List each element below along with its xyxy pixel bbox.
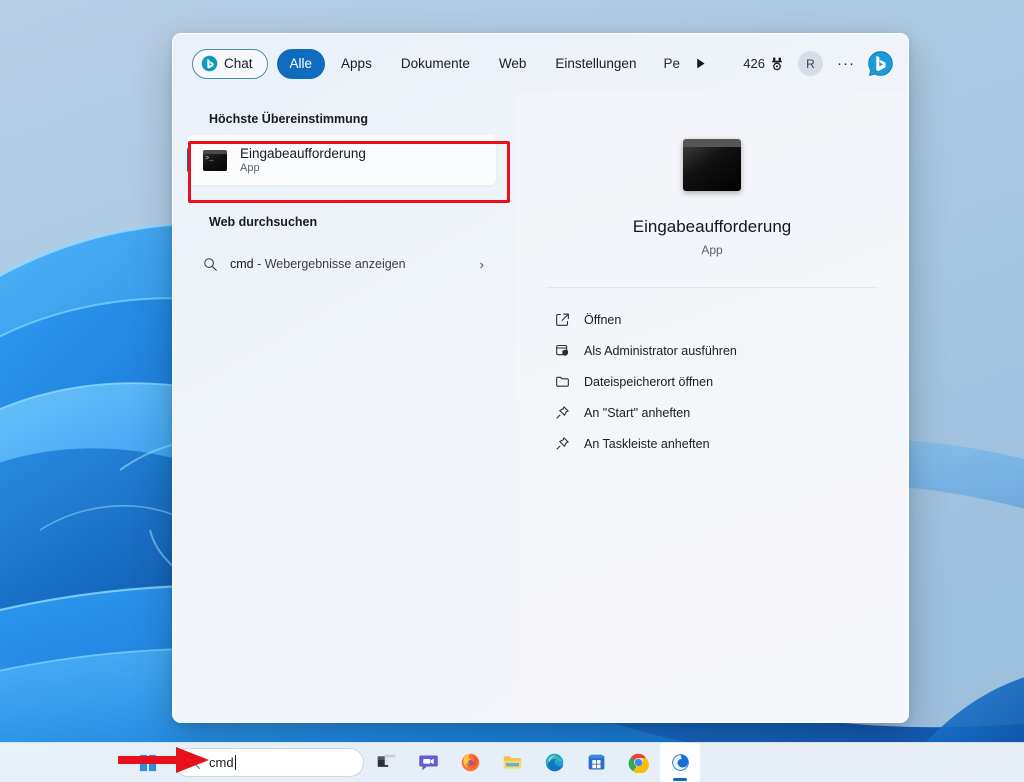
folder-icon — [554, 373, 571, 390]
action-run-as-admin[interactable]: Als Administrator ausführen — [546, 335, 878, 366]
tab-apps[interactable]: Apps — [328, 49, 385, 79]
microsoft-edge-icon — [545, 753, 563, 772]
bing-logo-icon[interactable] — [867, 50, 894, 77]
search-panel-body: Höchste Übereinstimmung Eingabeaufforder… — [173, 93, 908, 722]
search-icon — [204, 257, 217, 271]
action-pin-to-start-label: An "Start" anheften — [584, 405, 691, 420]
pin-icon — [554, 435, 571, 452]
desktop: Chat Alle Apps Dokumente Web Einstellung… — [0, 0, 1024, 782]
preview-column: Eingabeaufforderung App Öffnen — [516, 93, 908, 722]
search-tab-strip: Chat Alle Apps Dokumente Web Einstellung… — [173, 34, 908, 93]
file-explorer-icon — [503, 756, 521, 769]
web-search-label: cmd - Webergebnisse anzeigen — [230, 257, 468, 271]
command-prompt-icon — [203, 149, 227, 171]
tab-chat[interactable]: Chat — [192, 48, 268, 79]
taskbar-item-app-blue[interactable] — [660, 742, 700, 782]
action-open-file-location-label: Dateispeicherort öffnen — [584, 374, 714, 389]
pin-icon — [554, 404, 571, 421]
action-pin-to-start[interactable]: An "Start" anheften — [546, 397, 878, 428]
action-list: Öffnen Als Administrator ausführen Datei… — [546, 304, 878, 459]
tab-chat-label: Chat — [224, 56, 253, 71]
taskbar-item-edge[interactable] — [534, 743, 574, 782]
best-match-heading: Höchste Übereinstimmung — [209, 112, 369, 126]
tab-einstellungen-label: Einstellungen — [555, 56, 637, 71]
action-open[interactable]: Öffnen — [546, 304, 878, 335]
taskbar-item-chat[interactable] — [408, 743, 448, 782]
best-match-row[interactable]: Eingabeaufforderung App — [187, 135, 496, 185]
tab-web[interactable]: Web — [486, 49, 540, 79]
taskbar-item-task-view[interactable] — [366, 743, 406, 782]
task-view-icon — [377, 754, 395, 767]
play-arrow-icon[interactable] — [687, 51, 713, 77]
selection-indicator — [187, 148, 190, 172]
rewards-medal-icon — [772, 57, 782, 70]
best-match-title: Eingabeaufforderung — [240, 146, 366, 161]
taskbar-search-value: cmd — [209, 755, 234, 770]
action-open-label: Öffnen — [584, 312, 622, 327]
action-run-as-admin-label: Als Administrator ausführen — [584, 343, 737, 358]
best-match-subtitle: App — [240, 162, 260, 174]
tab-apps-label: Apps — [341, 56, 372, 71]
search-icon — [188, 756, 200, 769]
tab-personen-label: Pe — [663, 56, 680, 71]
tab-dokumente[interactable]: Dokumente — [388, 49, 483, 79]
google-chrome-icon — [628, 753, 649, 773]
avatar[interactable]: R — [798, 51, 823, 76]
search-flyout-panel: Chat Alle Apps Dokumente Web Einstellung… — [172, 33, 909, 723]
tab-web-label: Web — [498, 56, 527, 71]
run-as-admin-icon — [554, 342, 571, 359]
tab-dokumente-label: Dokumente — [400, 56, 470, 71]
results-column: Höchste Übereinstimmung Eingabeaufforder… — [173, 93, 516, 722]
open-external-icon — [554, 311, 571, 328]
taskbar-item-firefox[interactable] — [450, 743, 490, 782]
tab-einstellungen[interactable]: Einstellungen — [542, 49, 649, 79]
rewards-points[interactable]: 426 — [743, 56, 785, 72]
taskbar-search-input[interactable]: cmd — [209, 755, 236, 770]
windows-logo-icon — [139, 754, 157, 771]
web-search-query: cmd — [230, 257, 254, 271]
tab-personen[interactable]: Pe — [652, 49, 682, 79]
bing-icon — [201, 55, 218, 72]
ellipsis-icon[interactable]: ··· — [834, 52, 858, 76]
action-pin-to-taskbar-label: An Taskleiste anheften — [584, 436, 710, 451]
tab-alle[interactable]: Alle — [276, 48, 326, 79]
chat-teams-icon — [418, 755, 438, 771]
taskbar-item-chrome[interactable] — [618, 743, 658, 782]
chevron-right-icon[interactable]: › — [480, 257, 484, 272]
action-open-file-location[interactable]: Dateispeicherort öffnen — [546, 366, 878, 397]
web-search-row[interactable]: cmd - Webergebnisse anzeigen › — [187, 244, 496, 284]
preview-divider — [546, 287, 878, 288]
taskbar: cmd — [0, 742, 1024, 782]
tab-alle-label: Alle — [289, 56, 313, 71]
firefox-icon — [461, 753, 479, 772]
taskbar-item-explorer[interactable] — [492, 743, 532, 782]
ellipsis-label: ··· — [837, 55, 855, 72]
best-match-text: Eingabeaufforderung App — [240, 146, 366, 174]
preview-title: Eingabeaufforderung — [632, 217, 792, 236]
microsoft-store-icon — [588, 754, 604, 770]
web-search-heading: Web durchsuchen — [209, 215, 318, 229]
preview-subtitle: App — [701, 243, 723, 257]
avatar-initial: R — [806, 56, 815, 71]
blue-swirl-app-icon — [671, 754, 689, 771]
action-pin-to-taskbar[interactable]: An Taskleiste anheften — [546, 428, 878, 459]
rewards-points-value: 426 — [743, 56, 765, 71]
taskbar-item-store[interactable] — [576, 743, 616, 782]
web-search-suffix: - Webergebnisse anzeigen — [253, 257, 406, 271]
taskbar-search-box[interactable]: cmd — [174, 748, 364, 777]
command-prompt-icon-large — [683, 139, 741, 191]
start-button[interactable] — [128, 743, 168, 782]
text-caret — [234, 755, 236, 770]
taskbar-center-group: cmd — [128, 742, 700, 782]
